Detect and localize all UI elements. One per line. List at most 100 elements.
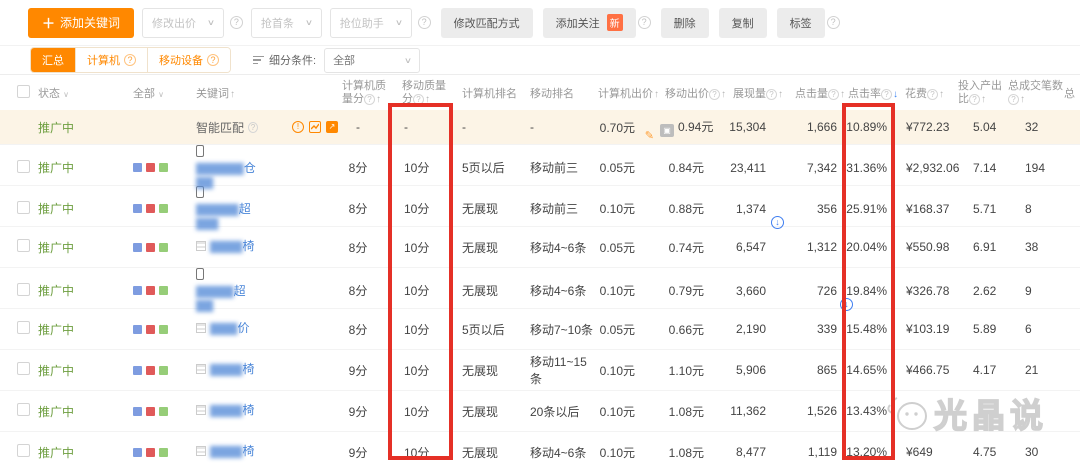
channel-squares xyxy=(126,448,190,457)
mobile-quality-cell: 10分 xyxy=(392,362,454,379)
mobile-bid-cell[interactable]: 0.88元 xyxy=(660,200,724,217)
ctr-cell: 31.36% xyxy=(846,161,896,175)
help-icon[interactable]: ? xyxy=(418,16,431,29)
clicks-cell: 7,342 xyxy=(786,161,846,175)
clicks-cell: 1,666 xyxy=(786,120,846,134)
mobile-bid-cell[interactable]: 0.66元 xyxy=(660,321,724,338)
channel-green-icon xyxy=(159,243,168,252)
mobile-bid-cell[interactable]: 1.08元 xyxy=(660,403,724,420)
add-keyword-button[interactable]: ＋ 添加关键词 xyxy=(28,8,134,38)
pc-bid-cell[interactable]: 0.05元 xyxy=(596,239,660,256)
mobile-bid-cell[interactable]: ▣0.94元 xyxy=(660,118,724,137)
row-checkbox[interactable] xyxy=(17,403,30,416)
help-icon[interactable]: ? xyxy=(230,16,243,29)
keyword-cell[interactable]: ██████椅 xyxy=(190,445,338,459)
col-mobile-quality[interactable]: 移动质量分?↑ xyxy=(392,80,454,106)
col-mobile-bid[interactable]: 移动出价?↑ xyxy=(660,85,724,101)
tab-computer[interactable]: 计算机? xyxy=(75,48,147,72)
pc-rank-cell: - xyxy=(454,120,522,134)
pc-bid-cell[interactable]: 0.70元✎ xyxy=(596,119,660,136)
cost-cell: ¥2,932.06 xyxy=(896,161,958,175)
col-pc-bid[interactable]: 计算机出价↑ xyxy=(596,85,660,101)
mobile-bid-cell[interactable]: 1.08元 xyxy=(660,444,724,461)
keyword-cell[interactable]: ████████超████ xyxy=(190,186,338,231)
mobile-bid-cell[interactable]: 0.84元 xyxy=(660,159,724,176)
pc-bid-cell[interactable]: 0.10元 xyxy=(596,403,660,420)
select-all-checkbox[interactable] xyxy=(17,85,30,98)
mobile-rank-cell: 移动4~6条 xyxy=(522,282,596,299)
pc-bid-cell[interactable]: 0.05元 xyxy=(596,159,660,176)
keyword-cell[interactable]: ███████超███ xyxy=(190,268,338,313)
col-clicks[interactable]: 点击量?↑ xyxy=(786,85,846,101)
info-circle-icon[interactable]: ! xyxy=(292,121,304,133)
roi-cell: 5.89 xyxy=(958,322,1008,336)
devices-icon xyxy=(196,446,206,456)
smart-match-cell: 智能匹配 ? ! ↗ xyxy=(190,119,338,136)
col-status[interactable]: 状态 ∨ xyxy=(38,85,126,101)
help-icon[interactable]: ? xyxy=(248,122,258,133)
col-impressions[interactable]: 展现量?↑ xyxy=(724,85,786,101)
chevron-down-icon: ∨ xyxy=(63,90,69,99)
edit-pencil-icon[interactable]: ✎ xyxy=(645,129,654,142)
channel-squares xyxy=(126,325,190,334)
mobile-quality-cell: 10分 xyxy=(392,321,454,338)
channel-green-icon xyxy=(159,448,168,457)
pc-quality-cell: 8分 xyxy=(338,239,392,256)
keyword-cell[interactable]: ██████椅 xyxy=(190,240,338,254)
col-pc-quality[interactable]: 计算机质量分?↑ xyxy=(338,80,392,106)
delete-button[interactable]: 删除 xyxy=(661,8,709,38)
jump-icon[interactable]: ↗ xyxy=(326,121,338,133)
tab-mobile[interactable]: 移动设备? xyxy=(147,48,230,72)
col-keyword[interactable]: 关键词↑ xyxy=(190,85,338,101)
mobile-bid-cell[interactable]: 0.74元 xyxy=(660,239,724,256)
pc-bid-cell[interactable]: 0.10元 xyxy=(596,200,660,217)
help-icon[interactable]: ? xyxy=(638,16,651,29)
col-mobile-rank: 移动排名 xyxy=(522,85,596,101)
pc-bid-cell[interactable]: 0.10元 xyxy=(596,282,660,299)
chart-icon[interactable] xyxy=(309,121,321,133)
col-orders[interactable]: 总成交笔数?↑ xyxy=(1008,80,1064,106)
clicks-cell: 1,119 xyxy=(786,445,846,459)
tab-summary[interactable]: 汇总 xyxy=(31,48,75,72)
modify-bid-dropdown[interactable]: 修改出价∨ xyxy=(142,8,224,38)
grab-top-dropdown[interactable]: 抢首条∨ xyxy=(251,8,322,38)
tag-button[interactable]: 标签 xyxy=(777,8,825,38)
devices-icon xyxy=(196,405,206,415)
add-watch-button[interactable]: 添加关注 新 xyxy=(543,8,636,38)
watermark-logo-icon xyxy=(884,393,932,433)
row-checkbox[interactable] xyxy=(17,283,30,296)
row-checkbox[interactable] xyxy=(17,362,30,375)
keyword-cell[interactable]: ██████椅 xyxy=(190,404,338,418)
row-checkbox[interactable] xyxy=(17,444,30,457)
row-checkbox[interactable] xyxy=(17,321,30,334)
row-checkbox[interactable] xyxy=(17,201,30,214)
help-icon[interactable]: ? xyxy=(827,16,840,29)
row-checkbox[interactable] xyxy=(17,239,30,252)
pc-bid-cell[interactable]: 0.10元 xyxy=(596,362,660,379)
keyword-cell[interactable]: █████████仓███ xyxy=(190,145,338,190)
rank-assistant-dropdown[interactable]: 抢位助手∨ xyxy=(330,8,412,38)
orders-cell: 9 xyxy=(1008,284,1064,298)
circle-down-icon[interactable]: ↓ xyxy=(840,298,853,311)
pc-bid-cell[interactable]: 0.05元 xyxy=(596,321,660,338)
sort-up-icon: ↑ xyxy=(939,89,944,100)
channel-green-icon xyxy=(159,286,168,295)
modify-match-button[interactable]: 修改匹配方式 xyxy=(441,8,533,38)
row-checkbox[interactable] xyxy=(17,160,30,173)
col-ctr[interactable]: 点击率?↓ xyxy=(846,85,896,101)
col-roi[interactable]: 投入产出比?↑ xyxy=(958,80,1008,106)
keyword-cell[interactable]: █████价 xyxy=(190,322,338,336)
circle-down-icon[interactable]: ↓ xyxy=(771,216,784,229)
filter-select[interactable]: 全部∨ xyxy=(324,48,420,73)
mobile-bid-cell[interactable]: 1.10元 xyxy=(660,362,724,379)
device-tabs: 汇总 计算机? 移动设备? xyxy=(30,47,231,73)
help-icon: ? xyxy=(207,54,219,66)
col-cost[interactable]: 花费?↑ xyxy=(896,85,958,101)
pc-quality-cell: - xyxy=(338,120,392,134)
watermark: 光晶说 xyxy=(884,389,1048,437)
keyword-cell[interactable]: ██████椅 xyxy=(190,363,338,377)
pc-bid-cell[interactable]: 0.10元 xyxy=(596,444,660,461)
col-all[interactable]: 全部 ∨ xyxy=(126,85,190,101)
copy-button[interactable]: 复制 xyxy=(719,8,767,38)
mobile-bid-cell[interactable]: 0.79元 xyxy=(660,282,724,299)
